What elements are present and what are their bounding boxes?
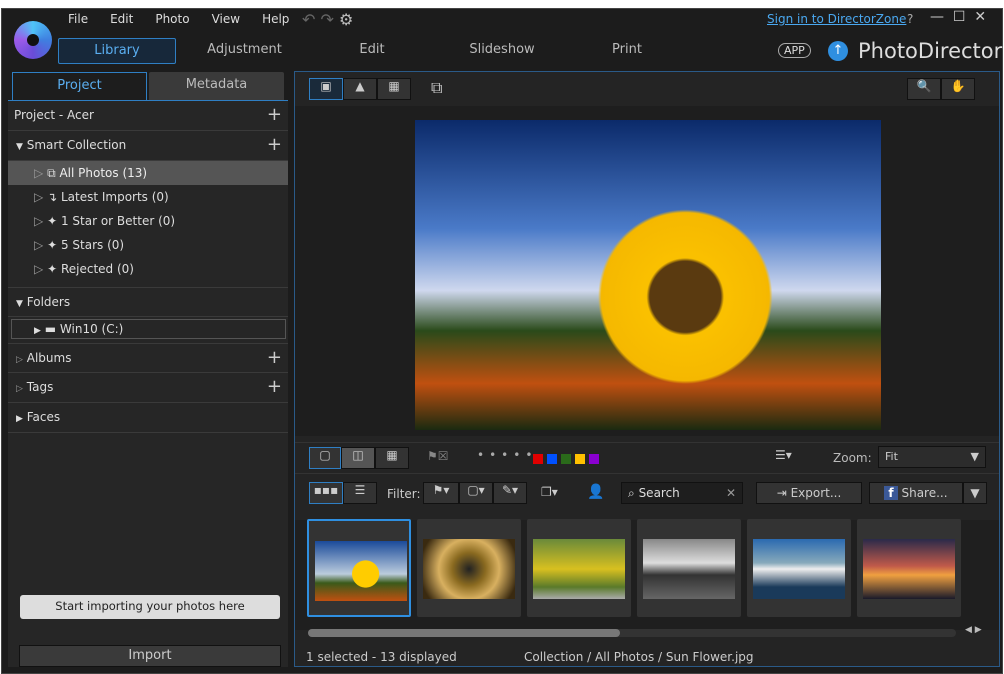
close-button[interactable]: ✕ bbox=[974, 9, 986, 25]
filter-edit-button[interactable]: ✎▾ bbox=[493, 482, 527, 504]
sort-icon[interactable]: ☰▾ bbox=[775, 448, 792, 462]
magic-wand-icon: ✦ bbox=[47, 262, 58, 276]
project-title: Project - Acer bbox=[14, 108, 94, 122]
magic-wand-icon: ✦ bbox=[47, 214, 58, 228]
zoom-tool-button[interactable]: 🔍 bbox=[907, 78, 941, 100]
layout-single-button[interactable]: ▢ bbox=[309, 447, 341, 469]
folder-item-win10[interactable]: ▶ ▬ Win10 (C:) bbox=[11, 319, 286, 339]
albums-header[interactable]: Albums bbox=[27, 351, 72, 365]
thumbnail-sunflower[interactable] bbox=[307, 519, 411, 617]
tab-edit[interactable]: Edit bbox=[322, 38, 422, 64]
faces-header[interactable]: Faces bbox=[27, 410, 60, 424]
menu-edit[interactable]: Edit bbox=[110, 12, 133, 26]
sign-in-link[interactable]: Sign in to DirectorZone bbox=[767, 12, 906, 26]
drive-icon: ▬ bbox=[44, 322, 57, 336]
clear-search-icon: ✕ bbox=[725, 486, 736, 500]
thumbnail-bicycle[interactable] bbox=[527, 519, 631, 617]
undo-icon[interactable]: ↶ bbox=[302, 10, 315, 29]
layout-compare-button[interactable]: ◫ bbox=[341, 447, 375, 469]
star-rating[interactable]: ••••• bbox=[477, 448, 537, 462]
thumbnail-sunset[interactable] bbox=[857, 519, 961, 617]
filmstrip-scrollbar[interactable] bbox=[308, 629, 956, 637]
photo-path: Collection / All Photos / Sun Flower.jpg bbox=[524, 650, 754, 664]
tab-library[interactable]: Library bbox=[58, 38, 176, 64]
add-tag-icon[interactable]: + bbox=[267, 373, 282, 401]
layout-multi-button[interactable]: ▦ bbox=[375, 447, 409, 469]
export-icon: ⇥ bbox=[776, 486, 787, 500]
search-input[interactable]: ⌕ Search ✕ bbox=[621, 482, 743, 504]
maximize-button[interactable]: ☐ bbox=[953, 9, 966, 25]
minimize-button[interactable]: — bbox=[930, 9, 944, 25]
app-logo bbox=[14, 21, 52, 59]
smart-item-latest-imports[interactable]: ▷ ↴ Latest Imports (0) bbox=[8, 185, 286, 209]
filter-rating-button[interactable]: ▢▾ bbox=[459, 482, 493, 504]
smart-item-all-photos[interactable]: ▷ ⧉ All Photos (13) bbox=[8, 161, 288, 185]
flag-reject-icon[interactable]: ⚑☒ bbox=[427, 449, 449, 463]
photodirector-window: File Edit Photo View Help ↶ ↷ ⚙ Sign in to D… bbox=[1, 8, 1003, 674]
color-labels[interactable] bbox=[533, 453, 603, 467]
tab-slideshow[interactable]: Slideshow bbox=[442, 38, 562, 64]
tab-metadata[interactable]: Metadata bbox=[149, 72, 284, 100]
add-project-icon[interactable]: + bbox=[267, 101, 282, 129]
pan-tool-button[interactable]: ✋ bbox=[941, 78, 975, 100]
export-button[interactable]: ⇥ Export... bbox=[756, 482, 862, 504]
view-grid-button[interactable]: ▦ bbox=[377, 78, 411, 100]
settings-icon[interactable]: ⚙ bbox=[339, 10, 353, 29]
tab-project[interactable]: Project bbox=[12, 72, 147, 100]
brand-name: PhotoDirector bbox=[858, 39, 1003, 63]
zoom-label: Zoom: bbox=[833, 451, 872, 465]
menu-file[interactable]: File bbox=[68, 12, 88, 26]
magic-wand-icon: ✦ bbox=[47, 238, 58, 252]
tags-header[interactable]: Tags bbox=[27, 380, 54, 394]
app-badge[interactable]: APP bbox=[778, 43, 811, 58]
import-button[interactable]: Import bbox=[19, 645, 281, 667]
filter-label: Filter: bbox=[387, 487, 421, 501]
menu-photo[interactable]: Photo bbox=[155, 12, 189, 26]
upgrade-icon[interactable]: ↑ bbox=[828, 41, 848, 61]
tab-adjustment[interactable]: Adjustment bbox=[187, 38, 302, 64]
filmstrip-view-button[interactable]: ▪▪▪ bbox=[309, 482, 343, 504]
thumbnail-coast[interactable] bbox=[637, 519, 741, 617]
search-icon: ⌕ bbox=[628, 486, 635, 500]
facebook-icon: f bbox=[884, 486, 898, 500]
view-single-button[interactable]: ▲ bbox=[343, 78, 377, 100]
smart-item-5-stars[interactable]: ▷ ✦ 5 Stars (0) bbox=[8, 233, 286, 257]
folders-header[interactable]: Folders bbox=[27, 295, 70, 309]
tab-print[interactable]: Print bbox=[582, 38, 672, 64]
zoom-select[interactable]: Fit ▼ bbox=[878, 446, 986, 468]
import-tooltip: Start importing your photos here bbox=[20, 595, 280, 619]
smart-item-rejected[interactable]: ▷ ✦ Rejected (0) bbox=[8, 257, 286, 281]
menu-view[interactable]: View bbox=[212, 12, 240, 26]
compare-icon[interactable]: ⧉ bbox=[431, 78, 442, 98]
main-photo bbox=[415, 120, 881, 430]
all-photos-icon: ⧉ bbox=[47, 166, 56, 180]
share-button[interactable]: f Share... bbox=[869, 482, 963, 504]
add-person-icon[interactable]: 👤 bbox=[587, 484, 604, 500]
redo-icon[interactable]: ↷ bbox=[321, 10, 334, 29]
scroll-arrows[interactable]: ◀ ▶ bbox=[965, 625, 982, 635]
menu-bar: File Edit Photo View Help bbox=[68, 12, 311, 26]
smart-item-1-star[interactable]: ▷ ✦ 1 Star or Better (0) bbox=[8, 209, 286, 233]
add-album-icon[interactable]: + bbox=[267, 344, 282, 372]
list-view-button[interactable]: ☰ bbox=[343, 482, 377, 504]
thumbnail-spiral[interactable] bbox=[417, 519, 521, 617]
add-smart-collection-icon[interactable]: + bbox=[267, 131, 282, 159]
view-viewer-button[interactable]: ▣ bbox=[309, 78, 343, 100]
help-button[interactable]: ? bbox=[907, 12, 913, 26]
share-dropdown-button[interactable]: ▼ bbox=[963, 482, 987, 504]
smart-collection-header[interactable]: Smart Collection bbox=[27, 138, 126, 152]
filter-flag-button[interactable]: ⚑▾ bbox=[423, 482, 459, 504]
status-text: 1 selected - 13 displayed bbox=[306, 650, 457, 664]
project-panel: Project - Acer + ▼ Smart Collection + ▷ ⧉ … bbox=[8, 100, 288, 667]
menu-help[interactable]: Help bbox=[262, 12, 289, 26]
stack-icon[interactable]: ❐▾ bbox=[541, 485, 558, 499]
thumbnail-mountains[interactable] bbox=[747, 519, 851, 617]
import-icon: ↴ bbox=[47, 190, 58, 204]
